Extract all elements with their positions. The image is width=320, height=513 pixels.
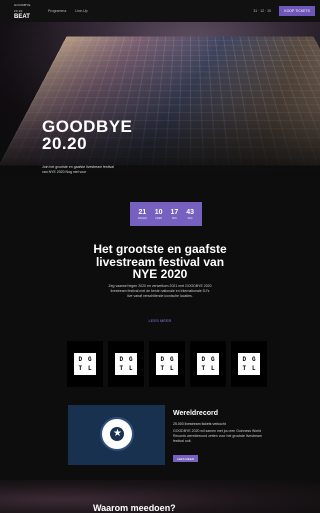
dgtl-logo[interactable]: DG TL [231,341,267,387]
record-subtitle: 25.000 livestream tickets verkocht [173,422,226,426]
hero-title-line1: GOODBYE [42,117,133,136]
festival-read-more-link[interactable]: LEES MEER [130,318,190,323]
hero-title: GOODBYE 20.20 [42,118,132,152]
dgtl-logo[interactable]: DG TL [108,341,144,387]
guinness-world-records-seal-image: ★ [68,405,165,465]
countdown-minutes-value: 17 [170,208,179,216]
guinness-seal-icon: ★ [100,417,134,451]
countdown-seconds-label: SEC [187,216,193,220]
festival-description: Zeg vaarwel tegen 2020 en verwelkom 2021… [108,284,212,298]
festival-title: Het grootste en gaafste livestream festi… [93,242,227,281]
hero-text: Join het grootste en gaafste livestream … [42,165,114,174]
buy-tickets-button[interactable]: KOOP TICKETS [279,6,315,16]
dgtl-logo[interactable]: DG TL [67,341,103,387]
dgtl-logo[interactable]: DG TL [149,341,185,387]
dgtl-logo[interactable]: DG TL [190,341,226,387]
top-navigation: GOODBYE 20.20 BEAT Programma Line-Up 31 … [0,0,320,22]
logo-small-text: GOODBYE 20.20 [14,3,31,13]
logo-big-text: BEAT [14,14,30,20]
hero-section: GOODBYE 20.20 Join het grootste en gaafs… [0,22,320,180]
countdown-seconds: 43 SEC [186,209,194,220]
site-logo[interactable]: GOODBYE 20.20 BEAT [14,2,34,20]
main-nav: Programma Line-Up [48,9,88,13]
nav-item-programma[interactable]: Programma [48,9,66,13]
header-actions: 31 · 12 · 20 KOOP TICKETS [253,6,315,16]
countdown-days: 21 DAGEN [138,209,147,220]
hero-title-line2: 20.20 [42,134,88,153]
countdown-days-value: 21 [138,208,147,216]
record-text: GOODBYE 2020 wil samen met jou een Guinn… [173,429,262,443]
countdown-minutes: 17 MIN [170,209,178,220]
countdown-hours-value: 10 [154,208,163,216]
countdown-minutes-label: MIN [172,216,177,220]
countdown-seconds-value: 43 [186,208,194,216]
event-date: 31 · 12 · 20 [253,9,272,13]
countdown-timer: 21 DAGEN 10 UREN 17 MIN 43 SEC [130,202,202,226]
countdown-days-label: DAGEN [137,216,147,220]
record-read-more-button[interactable]: LEES MEER [173,455,198,462]
countdown-hours-label: UREN [155,216,163,220]
why-join-title: Waarom meedoen? [93,503,176,513]
nav-item-line-up[interactable]: Line-Up [75,9,87,13]
countdown-hours: 10 UREN [155,209,163,220]
partner-logos: DG TL DG TL DG TL DG TL DG TL [67,341,267,387]
record-title: Wereldrecord [173,410,218,417]
